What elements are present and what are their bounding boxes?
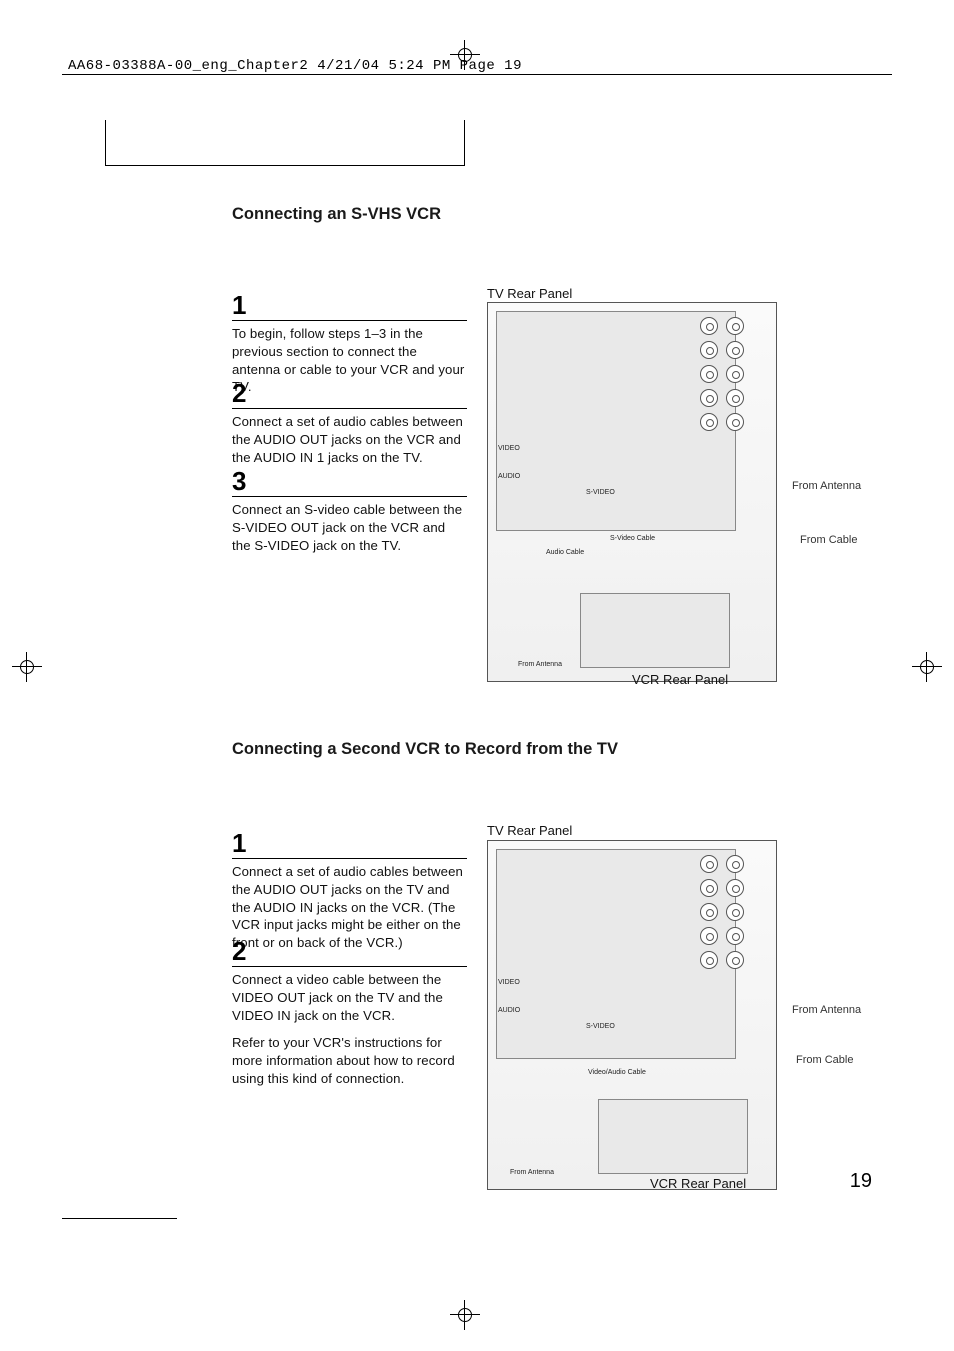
connection-diagram-svhs: VIDEO AUDIO S-VIDEO Audio Cable S-Video …	[487, 302, 777, 682]
from-antenna-label: From Antenna	[518, 661, 562, 668]
audio-cable-label: Audio Cable	[546, 549, 584, 556]
from-cable-label: From Cable	[800, 534, 857, 546]
from-antenna-label: From Antenna	[510, 1169, 554, 1176]
from-antenna-label: From Antenna	[792, 480, 861, 492]
running-head: AA68-03388A-00_eng_Chapter2 4/21/04 5:24…	[68, 58, 522, 74]
video-audio-cable-label: Video/Audio Cable	[588, 1069, 646, 1076]
step-number: 1	[232, 292, 467, 318]
from-antenna-label: From Antenna	[792, 1004, 861, 1016]
step-text: Connect a video cable between the VIDEO …	[232, 971, 467, 1024]
svideo-cable-label: S-Video Cable	[610, 535, 655, 542]
diagram-title-tv-rear: TV Rear Panel	[487, 286, 572, 301]
runhead-text: AA68-03388A-00_eng_Chapter2 4/21/04 5:24…	[68, 58, 522, 74]
step-text: Connect a set of audio cables between th…	[232, 413, 467, 466]
vcr-rear-panel-label: VCR Rear Panel	[650, 1176, 746, 1191]
step-rule	[232, 858, 467, 859]
registration-mark-bottom	[450, 1300, 480, 1330]
step-rule	[232, 966, 467, 967]
registration-mark-left	[12, 652, 42, 682]
section-heading-second-vcr: Connecting a Second VCR to Record from t…	[232, 740, 618, 759]
page-number: 19	[850, 1170, 872, 1193]
section-heading-svhs: Connecting an S-VHS VCR	[232, 205, 441, 224]
step-text-extra: Refer to your VCR's instructions for mor…	[232, 1034, 467, 1087]
chapter-title-box	[105, 120, 465, 166]
step-rule	[232, 320, 467, 321]
vcr-rear-panel-label: VCR Rear Panel	[632, 672, 728, 687]
bottom-rule	[62, 1218, 177, 1219]
step-number: 2	[232, 380, 467, 406]
diagram-title-tv-rear: TV Rear Panel	[487, 823, 572, 838]
step-number: 1	[232, 830, 467, 856]
from-cable-label: From Cable	[796, 1054, 853, 1066]
step-rule	[232, 496, 467, 497]
top-rule	[62, 74, 892, 75]
connection-diagram-second-vcr: VIDEO AUDIO S-VIDEO Video/Audio Cable Fr…	[487, 840, 777, 1190]
step-text: Connect an S-video cable between the S-V…	[232, 501, 467, 554]
registration-mark-right	[912, 652, 942, 682]
step-number: 3	[232, 468, 467, 494]
step-rule	[232, 408, 467, 409]
step-number: 2	[232, 938, 467, 964]
